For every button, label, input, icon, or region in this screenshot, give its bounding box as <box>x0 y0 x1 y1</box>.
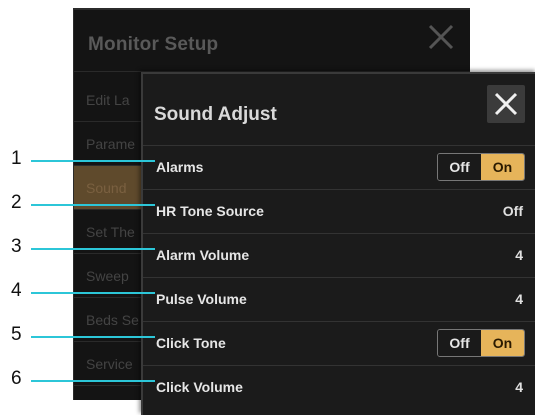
click-volume-value: 4 <box>515 379 523 395</box>
callout-number: 3 <box>11 236 22 257</box>
alarms-label: Alarms <box>156 159 204 175</box>
callout-line <box>31 204 155 206</box>
row-alarms: Alarms Off On <box>143 145 535 189</box>
close-button[interactable] <box>487 85 525 123</box>
callout-line <box>31 160 155 162</box>
click-tone-toggle[interactable]: Off On <box>437 329 525 357</box>
click-tone-label: Click Tone <box>156 335 226 351</box>
callout-number: 4 <box>11 280 22 301</box>
callout-line <box>31 292 155 294</box>
monitor-setup-title: Monitor Setup <box>88 34 219 55</box>
close-icon <box>494 92 518 116</box>
alarms-toggle[interactable]: Off On <box>437 153 525 181</box>
callout-line <box>31 380 155 382</box>
alarm-volume-value: 4 <box>515 247 523 263</box>
close-icon[interactable] <box>424 20 458 54</box>
click-tone-off-option[interactable]: Off <box>438 330 481 356</box>
callout-number: 2 <box>11 192 22 213</box>
click-tone-on-option[interactable]: On <box>481 330 524 356</box>
monitor-setup-item[interactable]: Edit La <box>74 78 147 122</box>
hr-tone-source-value: Off <box>502 203 523 219</box>
callout-number: 1 <box>11 148 22 169</box>
row-click-volume[interactable]: Click Volume 4 <box>143 365 535 409</box>
row-alarm-volume[interactable]: Alarm Volume 4 <box>143 233 535 277</box>
row-hr-tone-source[interactable]: HR Tone Source Off <box>143 189 535 233</box>
alarms-on-option[interactable]: On <box>481 154 524 180</box>
pulse-volume-label: Pulse Volume <box>156 291 247 307</box>
dialog-title: Sound Adjust <box>154 104 277 125</box>
click-volume-label: Click Volume <box>156 379 243 395</box>
pulse-volume-value: 4 <box>515 291 523 307</box>
callout-number: 5 <box>11 324 22 345</box>
sound-adjust-dialog: Sound Adjust Alarms Off On HR Tone Sourc… <box>141 72 535 415</box>
callout-line <box>31 336 155 338</box>
alarm-volume-label: Alarm Volume <box>156 247 250 263</box>
callout-number: 6 <box>11 368 22 389</box>
alarms-off-option[interactable]: Off <box>438 154 481 180</box>
hr-tone-source-label: HR Tone Source <box>156 203 264 219</box>
row-pulse-volume[interactable]: Pulse Volume 4 <box>143 277 535 321</box>
row-click-tone: Click Tone Off On <box>143 321 535 365</box>
callout-line <box>31 248 155 250</box>
